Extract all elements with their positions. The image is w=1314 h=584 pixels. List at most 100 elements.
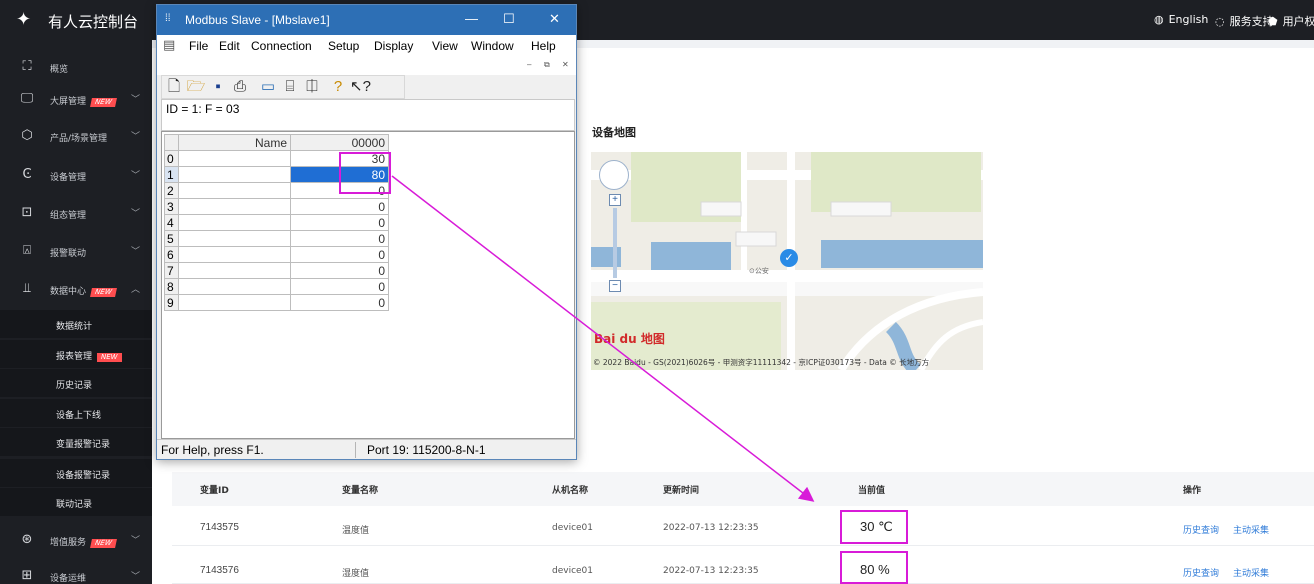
- grid-name-cell[interactable]: [178, 198, 291, 215]
- grid-row-index[interactable]: 3: [164, 198, 179, 215]
- about-icon[interactable]: ?: [328, 78, 348, 96]
- grid-row-index[interactable]: 4: [164, 214, 179, 231]
- app-icon: ⁞⁞: [165, 13, 171, 24]
- grid-name-cell[interactable]: [178, 246, 291, 263]
- row-slave-name: device01: [552, 523, 594, 533]
- history-query-link[interactable]: 历史查询: [1183, 566, 1219, 579]
- sidebar-subitem[interactable]: 设备报警记录: [0, 459, 152, 487]
- menu-setup[interactable]: Setup: [328, 39, 359, 53]
- grid-row[interactable]: 60: [164, 246, 389, 263]
- window-title-bar[interactable]: ⁞⁞ Modbus Slave - [Mbslave1] — ☐ ✕: [157, 5, 576, 35]
- grid-name-cell[interactable]: [178, 262, 291, 279]
- monitor-icon[interactable]: ⎅: [302, 78, 322, 96]
- grid-value-cell[interactable]: 0: [290, 230, 389, 247]
- sidebar-subitem[interactable]: 历史记录: [0, 369, 152, 397]
- globe-icon: ◍: [1154, 13, 1164, 26]
- map-pan-control[interactable]: [599, 160, 629, 190]
- sidebar-subitem[interactable]: 变量报警记录: [0, 428, 152, 456]
- menu-edit[interactable]: Edit: [219, 39, 240, 53]
- sidebar-item-screen[interactable]: 🖵 大屏管理 NEW ﹀: [0, 84, 152, 114]
- language-switch[interactable]: ◍ English: [1154, 13, 1208, 26]
- maximize-button[interactable]: ☐: [503, 11, 515, 27]
- sidebar-item-device[interactable]: Ͼ 设备管理 ﹀: [0, 160, 152, 190]
- active-collect-link[interactable]: 主动采集: [1233, 566, 1269, 579]
- mdi-minimize-button[interactable]: –: [527, 60, 531, 69]
- row-var-name: 湿度值: [342, 569, 370, 579]
- sidebar-item-overview[interactable]: ⛶ 概览: [0, 52, 152, 82]
- map-zoom-out-button[interactable]: −: [609, 280, 621, 292]
- grid-row[interactable]: 90: [164, 294, 389, 311]
- sidebar-item-label: 数据中心 NEW: [50, 284, 117, 297]
- save-icon[interactable]: ▪: [208, 78, 228, 96]
- menu-view[interactable]: View: [432, 39, 458, 53]
- device-map[interactable]: + − ✓ ⊙公安 Bai du 地图 © 2022 Baidu - GS(20…: [591, 152, 983, 370]
- sidebar-subitem[interactable]: 数据统计: [0, 310, 152, 338]
- menu-help[interactable]: Help: [531, 39, 556, 53]
- mdi-restore-button[interactable]: ⧉: [544, 60, 550, 70]
- sidebar-item-config[interactable]: ⊡ 组态管理 ﹀: [0, 198, 152, 228]
- close-button[interactable]: ✕: [549, 11, 560, 27]
- support-link[interactable]: ◌ 服务支持: [1215, 13, 1274, 29]
- grid-name-cell[interactable]: [178, 294, 291, 311]
- grid-row[interactable]: 30: [164, 198, 389, 215]
- sidebar-item-ops[interactable]: ⊞ 设备运维 ﹀: [0, 561, 152, 584]
- menu-bar: ▤ File Edit Connection Setup Display Vie…: [157, 35, 576, 57]
- document-icon[interactable]: ▤: [163, 37, 175, 53]
- grid-name-cell[interactable]: [178, 230, 291, 247]
- grid-name-cell[interactable]: [178, 182, 291, 199]
- grid-row-index[interactable]: 8: [164, 278, 179, 295]
- sidebar-item-cube[interactable]: ⬡ 产品/场景管理 ﹀: [0, 121, 152, 151]
- grid-row[interactable]: 70: [164, 262, 389, 279]
- mdi-close-button[interactable]: ✕: [562, 60, 569, 69]
- window-icon[interactable]: ▭: [258, 78, 278, 96]
- grid-name-cell[interactable]: [178, 214, 291, 231]
- grid-name-cell[interactable]: [178, 166, 291, 183]
- menu-connection[interactable]: Connection: [251, 39, 312, 53]
- context-help-icon[interactable]: ↖?: [350, 78, 371, 96]
- grid-value-cell[interactable]: 0: [290, 294, 389, 311]
- grid-row-index[interactable]: 6: [164, 246, 179, 263]
- grid-row[interactable]: 40: [164, 214, 389, 231]
- sidebar-subitem[interactable]: 设备上下线: [0, 399, 152, 427]
- menu-window[interactable]: Window: [471, 39, 514, 53]
- sidebar-subitem[interactable]: 报表管理 NEW: [0, 340, 152, 368]
- grid-col-address[interactable]: 00000: [290, 134, 389, 151]
- sidebar-item-chart[interactable]: ⫫ 数据中心 NEW ︿: [0, 274, 152, 304]
- device-marker-icon[interactable]: ✓: [780, 249, 798, 267]
- active-collect-link[interactable]: 主动采集: [1233, 523, 1269, 536]
- chevron-icon: ﹀: [131, 572, 141, 582]
- grid-value-cell[interactable]: 0: [290, 278, 389, 295]
- grid-value-cell[interactable]: 0: [290, 214, 389, 231]
- brand-title[interactable]: 有人云控制台: [48, 11, 138, 32]
- sidebar-item-alarm[interactable]: ⍓ 报警联动 ﹀: [0, 236, 152, 266]
- open-folder-icon[interactable]: 🗁: [186, 78, 206, 96]
- grid-row[interactable]: 50: [164, 230, 389, 247]
- sidebar-subitem[interactable]: 联动记录: [0, 488, 152, 516]
- grid-name-cell[interactable]: [178, 150, 291, 167]
- grid-col-name[interactable]: Name: [178, 134, 291, 151]
- grid-row-index[interactable]: 9: [164, 294, 179, 311]
- print-icon[interactable]: ⎙: [230, 78, 250, 96]
- map-zoom-slider[interactable]: [613, 208, 617, 278]
- history-query-link[interactable]: 历史查询: [1183, 523, 1219, 536]
- grid-value-cell[interactable]: 0: [290, 198, 389, 215]
- grid-row-index[interactable]: 7: [164, 262, 179, 279]
- menu-display[interactable]: Display: [374, 39, 413, 53]
- new-file-icon[interactable]: 🗋: [164, 78, 184, 96]
- grid-row-index[interactable]: 0: [164, 150, 179, 167]
- modbus-slave-window[interactable]: ⁞⁞ Modbus Slave - [Mbslave1] — ☐ ✕ ▤ Fil…: [156, 4, 577, 460]
- user-permission-link[interactable]: ⬟用户权限: [1268, 13, 1314, 29]
- map-zoom-in-button[interactable]: +: [609, 194, 621, 206]
- grid-row[interactable]: 80: [164, 278, 389, 295]
- connect-icon[interactable]: ⌸: [280, 78, 300, 96]
- grid-value-cell[interactable]: 0: [290, 262, 389, 279]
- sidebar-item-value[interactable]: ⊛ 增值服务 NEW ﹀: [0, 525, 152, 555]
- minimize-button[interactable]: —: [465, 11, 478, 26]
- grid-row-index[interactable]: 1: [164, 166, 179, 183]
- brand-logo-icon[interactable]: ✦: [16, 9, 31, 30]
- grid-name-cell[interactable]: [178, 278, 291, 295]
- grid-row-index[interactable]: 2: [164, 182, 179, 199]
- grid-row-index[interactable]: 5: [164, 230, 179, 247]
- grid-value-cell[interactable]: 0: [290, 246, 389, 263]
- menu-file[interactable]: File: [189, 39, 208, 53]
